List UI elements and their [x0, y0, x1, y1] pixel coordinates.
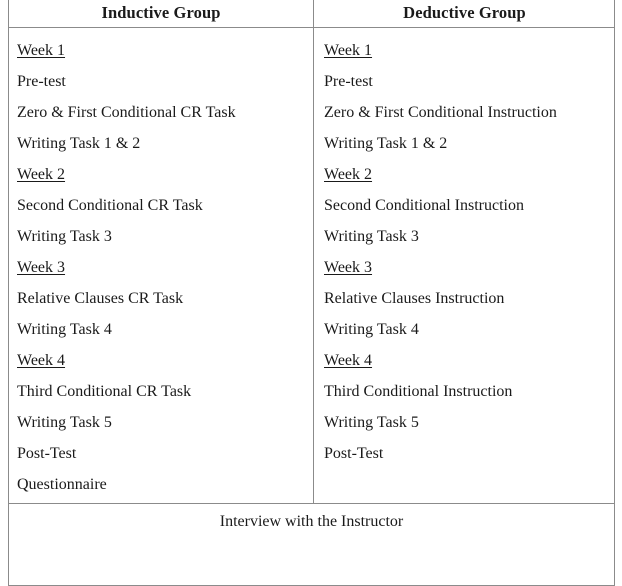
schedule-item: Zero & First Conditional Instruction	[324, 104, 557, 121]
schedule-item: Pre-test	[324, 73, 373, 90]
column-deductive-items: Week 1 Pre-test Zero & First Conditional I…	[314, 28, 615, 503]
column-inductive-items: Week 1 Pre-test Zero & First Conditional C…	[8, 28, 314, 503]
table-body: Week 1 Pre-test Zero & First Conditional C…	[8, 28, 615, 503]
schedule-item: Writing Task 1 & 2	[17, 135, 141, 152]
schedule-item: Post-Test	[17, 445, 77, 462]
column-header-inductive: Inductive Group	[101, 3, 221, 22]
schedule-item: Third Conditional CR Task	[17, 383, 192, 400]
week-heading: Week 1	[324, 42, 373, 59]
schedule-item: Post-Test	[324, 445, 384, 462]
schedule-item: Writing Task 1 & 2	[324, 135, 448, 152]
week-heading: Week 4	[324, 352, 373, 369]
footer-row-label: Interview with the Instructor	[219, 513, 404, 530]
schedule-item: Writing Task 4	[324, 321, 419, 338]
week-heading: Week 2	[324, 166, 373, 183]
schedule-item: Second Conditional CR Task	[17, 197, 203, 214]
week-heading: Week 3	[17, 259, 66, 276]
schedule-item: Relative Clauses Instruction	[324, 290, 505, 307]
schedule-item: Relative Clauses CR Task	[17, 290, 184, 307]
column-header-deductive: Deductive Group	[403, 3, 526, 22]
table-header-row: Inductive Group Deductive Group	[8, 0, 615, 27]
schedule-item: Third Conditional Instruction	[324, 383, 513, 400]
schedule-item: Questionnaire	[17, 476, 107, 493]
week-heading: Week 2	[17, 166, 66, 183]
schedule-item: Writing Task 5	[324, 414, 419, 431]
week-heading: Week 1	[17, 42, 66, 59]
schedule-item: Writing Task 4	[17, 321, 112, 338]
week-heading: Week 3	[324, 259, 373, 276]
schedule-item: Zero & First Conditional CR Task	[17, 104, 236, 121]
document-page: Inductive Group Deductive Group Week 1 Pr…	[0, 0, 622, 586]
table-footer-row: Interview with the Instructor	[8, 504, 615, 543]
week-heading: Week 4	[17, 352, 66, 369]
schedule-item: Writing Task 3	[324, 228, 419, 245]
schedule-item: Second Conditional Instruction	[324, 197, 524, 214]
schedule-item: Writing Task 3	[17, 228, 112, 245]
schedule-item: Pre-test	[17, 73, 66, 90]
schedule-item: Writing Task 5	[17, 414, 112, 431]
